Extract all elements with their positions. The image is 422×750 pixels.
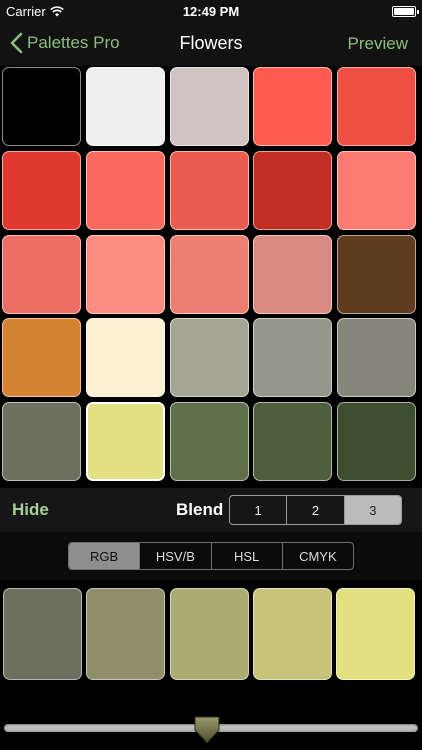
color-mode-bar: RGB HSV/B HSL CMYK (0, 532, 422, 580)
palette-swatch[interactable] (253, 318, 333, 398)
blend-slider[interactable] (4, 714, 418, 744)
palette-swatch[interactable] (2, 402, 81, 481)
color-mode-segmented-control: RGB HSV/B HSL CMYK (68, 542, 354, 570)
palette-swatch[interactable] (253, 150, 333, 230)
blend-result-row (3, 588, 419, 680)
palette-swatch[interactable] (253, 402, 333, 481)
blend-label: Blend (176, 500, 224, 519)
palette-swatch[interactable] (337, 318, 416, 398)
palette-swatch[interactable] (169, 150, 249, 230)
hide-button[interactable]: Hide (12, 500, 49, 520)
status-bar: Carrier 12:49 PM (0, 0, 422, 22)
palette-swatch[interactable] (169, 234, 249, 314)
blend-swatch[interactable] (169, 588, 249, 680)
status-time: 12:49 PM (182, 4, 240, 19)
palette-swatch[interactable] (2, 67, 81, 146)
palette-swatch[interactable] (2, 234, 81, 314)
mode-option-hsl[interactable]: HSL (212, 543, 283, 569)
palette-swatch[interactable] (2, 318, 81, 398)
palette-swatch[interactable] (337, 234, 416, 314)
palette-swatch[interactable] (85, 318, 165, 398)
palette-swatch[interactable] (85, 402, 165, 481)
mode-option-rgb[interactable]: RGB (69, 543, 141, 569)
palette-grid (2, 67, 420, 481)
blend-option-2[interactable]: 2 (287, 496, 345, 524)
preview-button[interactable]: Preview (348, 34, 408, 54)
palette-swatch[interactable] (169, 402, 249, 481)
palette-swatch[interactable] (253, 234, 333, 314)
palette-swatch[interactable] (337, 67, 416, 146)
palette-swatch[interactable] (2, 150, 81, 230)
battery-level (394, 8, 414, 15)
slider-thumb-icon[interactable] (194, 716, 220, 744)
blend-option-3[interactable]: 3 (344, 496, 401, 524)
battery-icon (392, 6, 419, 17)
blend-bar: Hide Blend 1 2 3 (0, 488, 422, 532)
palette-swatch[interactable] (85, 234, 165, 314)
mode-option-cmyk[interactable]: CMYK (283, 543, 353, 569)
palette-swatch[interactable] (169, 318, 249, 398)
blend-swatch[interactable] (252, 588, 332, 680)
blend-swatch[interactable] (336, 588, 415, 680)
palette-swatch[interactable] (253, 67, 333, 146)
blend-swatch[interactable] (3, 588, 82, 680)
blend-swatch[interactable] (86, 588, 166, 680)
blend-segmented-control: 1 2 3 (229, 495, 402, 525)
palette-swatch[interactable] (85, 150, 165, 230)
nav-bar: Palettes Pro Flowers Preview (0, 22, 422, 66)
mode-option-hsvb[interactable]: HSV/B (140, 543, 212, 569)
blend-option-1[interactable]: 1 (230, 496, 288, 524)
palette-swatch[interactable] (169, 67, 249, 146)
palette-swatch[interactable] (337, 402, 416, 481)
palette-swatch[interactable] (85, 67, 165, 146)
palette-swatch[interactable] (337, 150, 416, 230)
